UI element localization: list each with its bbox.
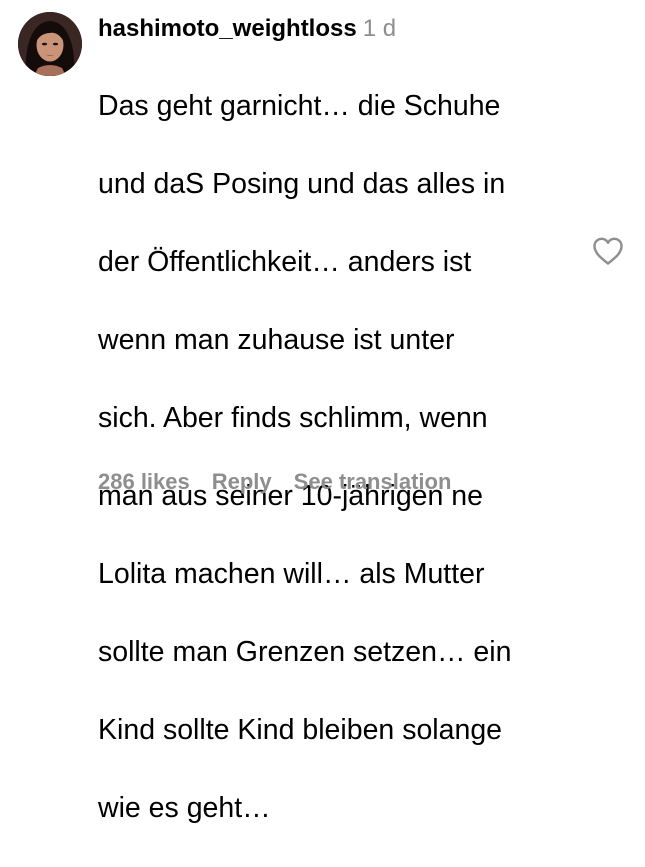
comment-line: und daS Posing und das alles in bbox=[98, 168, 506, 200]
comment-line: sollte man Grenzen setzen… ein bbox=[98, 636, 512, 668]
comment-text: Das geht garnicht… die Schuhe und daS Po… bbox=[98, 48, 576, 867]
reply-button[interactable]: Reply bbox=[212, 469, 272, 494]
comment-line: wenn man zuhause ist unter bbox=[98, 324, 455, 356]
username-link[interactable]: hashimoto_weightloss bbox=[98, 15, 357, 42]
comment-line: Lolita machen will… als Mutter bbox=[98, 558, 485, 590]
avatar[interactable] bbox=[18, 12, 82, 76]
like-button[interactable] bbox=[591, 235, 625, 267]
user-avatar-icon bbox=[18, 12, 82, 76]
likes-count-button[interactable]: 286 likes bbox=[98, 469, 190, 494]
comment-line: Kind sollte Kind bleiben solange bbox=[98, 714, 503, 746]
comment-header: hashimoto_weightloss 1 d bbox=[98, 14, 576, 44]
comment-line: wie es geht… bbox=[98, 792, 271, 824]
comment-line: sich. Aber finds schlimm, wenn bbox=[98, 402, 488, 434]
comment-line: der Öffentlichkeit… anders ist bbox=[98, 246, 472, 278]
comment-item: hashimoto_weightloss 1 d Das geht garnich… bbox=[0, 0, 645, 824]
comment-line: Das geht garnicht… die Schuhe bbox=[98, 90, 501, 122]
comment-timestamp[interactable]: 1 d bbox=[363, 15, 396, 42]
see-translation-button[interactable]: See translation bbox=[294, 469, 452, 494]
comment-actions: 286 likes Reply See translation bbox=[98, 468, 451, 496]
heart-outline-icon bbox=[593, 237, 623, 265]
comment-content: hashimoto_weightloss 1 d Das geht garnich… bbox=[98, 14, 576, 867]
